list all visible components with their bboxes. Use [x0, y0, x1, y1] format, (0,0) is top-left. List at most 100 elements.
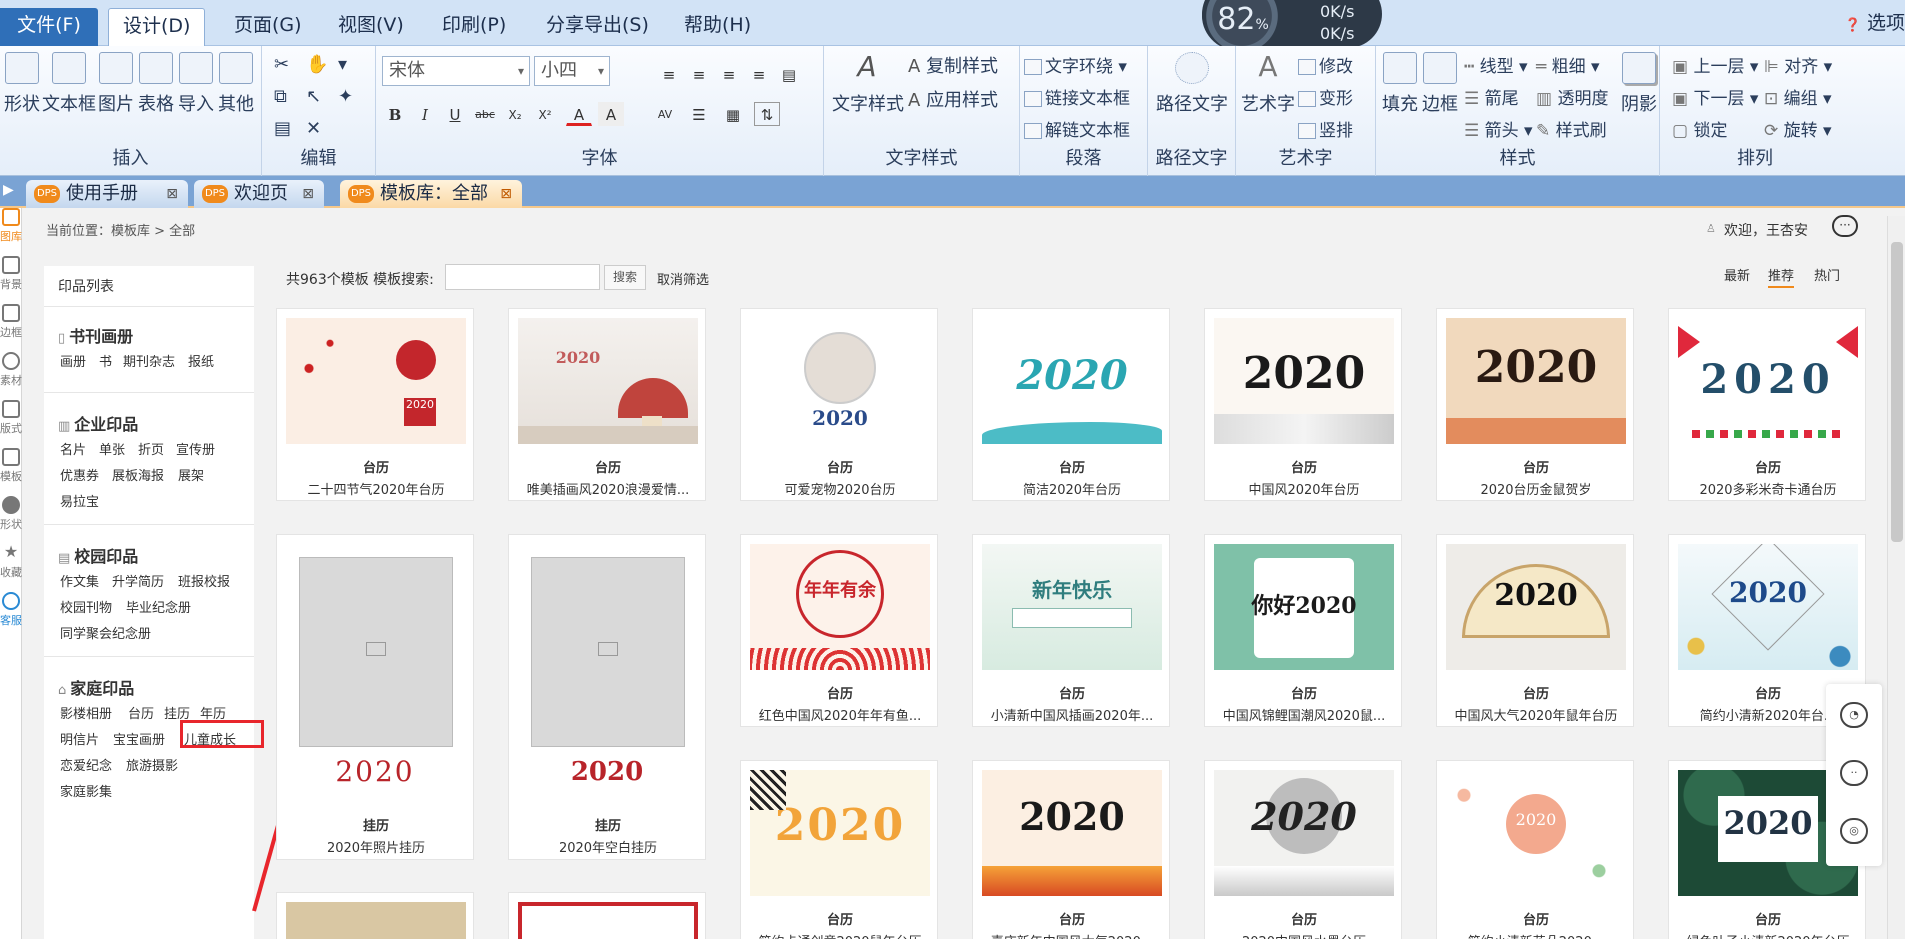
sort-hot[interactable]: 热门 — [1814, 265, 1840, 284]
link-school-paper[interactable]: 班报校报 — [178, 571, 230, 590]
align-center-icon[interactable]: ≡ — [686, 62, 712, 86]
underline-button[interactable]: U — [442, 102, 468, 126]
delete-icon[interactable]: ✕ — [306, 118, 321, 139]
table-button[interactable]: 表格 — [136, 52, 176, 116]
template-card[interactable]: 2020 台历 中国风大气2020年鼠年台历 — [1436, 534, 1634, 727]
template-card[interactable]: 2020 台历 二十四节气2020年台历 — [276, 308, 474, 501]
tab-scroll-left-icon[interactable]: ▶ — [3, 182, 14, 198]
template-card[interactable]: 2020 台历 中国风2020年台历 — [1204, 308, 1402, 501]
align-button[interactable]: ⊫ 对齐 ▾ — [1764, 52, 1832, 77]
link-travel-photo[interactable]: 旅游摄影 — [126, 755, 178, 774]
message-icon[interactable]: ··· — [1832, 215, 1858, 237]
template-card[interactable]: 2020 挂历 2020年照片挂历 — [276, 534, 474, 860]
menu-page[interactable]: 页面(G) — [220, 8, 316, 46]
template-card[interactable]: 年年有余 台历 红色中国风2020年年有鱼... — [740, 534, 938, 727]
modify-button[interactable]: 修改 — [1298, 52, 1353, 77]
format-painter-icon[interactable]: ▾ — [338, 54, 347, 75]
close-icon[interactable]: ⊠ — [302, 180, 314, 208]
sort-newest[interactable]: 最新 — [1724, 265, 1750, 284]
link-resume[interactable]: 升学简历 — [112, 571, 164, 590]
sort-recommended[interactable]: 推荐 — [1768, 265, 1795, 288]
art-text-button[interactable]: A 艺术字 — [1240, 52, 1296, 116]
search-button[interactable]: 搜索 — [604, 265, 646, 290]
font-color-button[interactable]: A — [566, 102, 592, 126]
align-distribute-icon[interactable]: ▤ — [776, 62, 802, 86]
rotate-button[interactable]: ⟳ 旋转 ▾ — [1764, 116, 1832, 141]
link-rollup[interactable]: 易拉宝 — [60, 491, 99, 510]
menu-view[interactable]: 视图(V) — [324, 8, 418, 46]
copy-style-button[interactable]: A 复制样式 — [908, 52, 998, 78]
strip-service[interactable]: 客服 — [0, 592, 22, 628]
template-card[interactable]: 你好2020 台历 中国风锦鲤国潮风2020鼠... — [1204, 534, 1402, 727]
menu-share-export[interactable]: 分享导出(S) — [532, 8, 663, 46]
link-love-memorial[interactable]: 恋爱纪念 — [60, 755, 112, 774]
strip-favorite[interactable]: ★ 收藏 — [0, 544, 22, 580]
text-style-button[interactable]: A 文字样式 — [832, 52, 904, 116]
template-card[interactable]: 2020 台历 简约小清新花朵2020... — [1436, 760, 1634, 939]
template-search-input[interactable] — [445, 264, 600, 290]
font-size-select[interactable]: 小四 — [534, 56, 610, 86]
menu-design[interactable]: 设计(D) — [108, 8, 206, 46]
template-card[interactable] — [276, 892, 474, 939]
link-flyer[interactable]: 单张 — [99, 439, 125, 458]
link-magazine[interactable]: 期刊杂志 — [123, 351, 175, 370]
font-family-select[interactable]: 宋体 — [382, 56, 530, 86]
link-poster[interactable]: 展板海报 — [112, 465, 164, 484]
link-studio-album[interactable]: 影楼相册 — [60, 703, 112, 722]
align-left-icon[interactable]: ≡ — [656, 62, 682, 86]
scroll-thumb[interactable] — [1891, 242, 1903, 542]
image-button[interactable]: 图片 — [96, 52, 136, 116]
welcome-user[interactable]: 欢迎，王杏安 — [1724, 220, 1808, 240]
group-button[interactable]: ⊡ 编组 ▾ — [1764, 84, 1832, 109]
template-card[interactable]: 2020 台历 2020中国风水墨台历 — [1204, 760, 1402, 939]
list-icon[interactable]: ▦ — [720, 102, 746, 126]
line-spacing-icon[interactable]: ☰ — [686, 102, 712, 126]
strip-border[interactable]: 边框 — [0, 304, 22, 340]
strip-gallery[interactable]: 图库 — [0, 208, 22, 244]
link-desk-calendar[interactable]: 台历 — [128, 703, 154, 722]
link-baby-album[interactable]: 宝宝画册 — [113, 729, 165, 748]
category-title[interactable]: ▯ 书刊画册 — [58, 323, 133, 347]
qq-icon[interactable]: ◔ — [1840, 702, 1868, 728]
link-school-journal[interactable]: 校园刊物 — [60, 597, 112, 616]
textbox-button[interactable]: 文本框 — [42, 52, 96, 116]
tab-user-manual[interactable]: DPS 使用手册 ⊠ — [26, 180, 188, 208]
link-family-album[interactable]: 家庭影集 — [60, 781, 112, 800]
italic-button[interactable]: I — [412, 102, 438, 126]
vertical-button[interactable]: 竖排 — [1298, 116, 1353, 141]
paste-button[interactable]: ▤ — [274, 118, 291, 139]
link-display-stand[interactable]: 展架 — [178, 465, 204, 484]
link-textbox-button[interactable]: 链接文本框 — [1024, 84, 1130, 109]
border-button[interactable]: 边框 — [1420, 52, 1460, 116]
template-card[interactable]: 2020 台历 唯美插画风2020浪漫爱情... — [508, 308, 706, 501]
tab-template-library[interactable]: DPS 模板库：全部 ⊠ — [340, 180, 522, 208]
link-postcard[interactable]: 明信片 — [60, 729, 99, 748]
link-book[interactable]: 书 — [99, 351, 112, 370]
menu-print[interactable]: 印刷(P) — [428, 8, 520, 46]
strip-template[interactable]: 模板 — [0, 448, 22, 484]
category-title[interactable]: ▤ 校园印品 — [58, 543, 138, 567]
shadow-button[interactable]: 阴影 — [1620, 52, 1658, 116]
shape-button[interactable]: 形状 — [2, 52, 42, 116]
other-button[interactable]: 其他 — [216, 52, 256, 116]
path-text-button[interactable]: 路径文字 — [1156, 52, 1228, 116]
strip-layout[interactable]: 版式 — [0, 400, 22, 436]
options-button[interactable]: ❓ 选项 — [1845, 8, 1905, 35]
text-direction-icon[interactable]: ⇅ — [754, 102, 780, 126]
network-monitor-widget[interactable]: 82% 0K/s 0K/s — [1202, 0, 1382, 52]
strikethrough-button[interactable]: abc — [472, 102, 498, 126]
close-icon[interactable]: ⊠ — [500, 180, 512, 208]
headset-icon[interactable]: ◎ — [1840, 818, 1868, 844]
unlink-textbox-button[interactable]: 解链文本框 — [1024, 116, 1130, 141]
link-fold[interactable]: 折页 — [138, 439, 164, 458]
arrow-head-button[interactable]: ☰ 箭头 ▾ — [1464, 116, 1533, 141]
clear-filter-link[interactable]: 取消筛选 — [657, 269, 709, 288]
select-arrow-icon[interactable]: ↖ — [306, 86, 321, 107]
template-card[interactable]: 2020 台历 2020台历金鼠贺岁 — [1436, 308, 1634, 501]
superscript-button[interactable]: X² — [532, 102, 558, 126]
link-coupon[interactable]: 优惠券 — [60, 465, 99, 484]
magic-wand-icon[interactable]: ✦ — [338, 86, 353, 107]
wechat-icon[interactable]: ·· — [1840, 760, 1868, 786]
align-justify-icon[interactable]: ≡ — [746, 62, 772, 86]
template-card[interactable]: 2020 台历 简洁2020年台历 — [972, 308, 1170, 501]
